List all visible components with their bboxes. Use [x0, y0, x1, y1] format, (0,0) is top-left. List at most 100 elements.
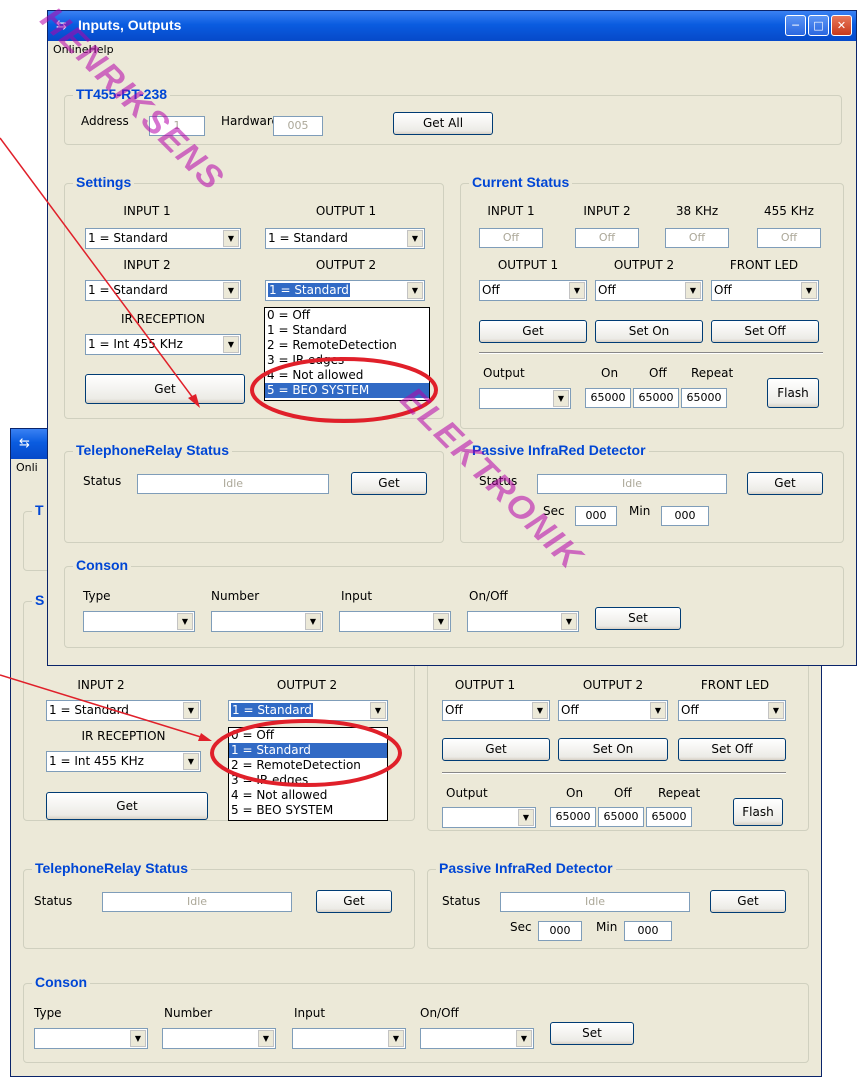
cs-flash-button[interactable]: Flash — [767, 378, 819, 408]
input2-select[interactable]: 1 = Standard ▼ — [85, 280, 241, 301]
back-menu-onlinehelp[interactable]: Onli — [16, 461, 38, 474]
list-item[interactable]: 0 = Off — [229, 728, 387, 743]
chevron-down-icon[interactable]: ▼ — [433, 613, 449, 630]
ir-reception-select[interactable]: 1 = Int 455 KHz ▼ — [85, 334, 241, 355]
back-cs-front-led-select[interactable]: Off ▼ — [678, 700, 786, 721]
chevron-down-icon[interactable]: ▼ — [305, 613, 321, 630]
minimize-button[interactable]: ─ — [785, 15, 806, 36]
chevron-down-icon[interactable]: ▼ — [516, 1030, 532, 1047]
chevron-down-icon[interactable]: ▼ — [130, 1030, 146, 1047]
back-pir-get-button[interactable]: Get — [710, 890, 786, 913]
output2-select[interactable]: 1 = Standard ▼ — [265, 280, 425, 301]
list-item[interactable]: 1 = Standard — [229, 743, 387, 758]
back-cs-repeat-field[interactable]: 65000 — [646, 807, 692, 827]
chevron-down-icon[interactable]: ▼ — [407, 282, 423, 299]
chevron-down-icon[interactable]: ▼ — [388, 1030, 404, 1047]
cs-off-field[interactable]: 65000 — [633, 388, 679, 408]
chevron-down-icon[interactable]: ▼ — [177, 613, 193, 630]
back-cs-on-field[interactable]: 65000 — [550, 807, 596, 827]
list-item[interactable]: 2 = RemoteDetection — [229, 758, 387, 773]
close-button[interactable]: ✕ — [831, 15, 852, 36]
chevron-down-icon[interactable]: ▼ — [183, 702, 199, 719]
maximize-button[interactable]: □ — [808, 15, 829, 36]
back-conson-set-button[interactable]: Set — [550, 1022, 634, 1045]
conson-input-select[interactable]: ▼ — [339, 611, 451, 632]
device-group-title: TT455-RT-238 — [73, 86, 171, 102]
chevron-down-icon[interactable]: ▼ — [561, 613, 577, 630]
back-output2-select[interactable]: 1 = Standard ▼ — [228, 700, 388, 721]
cs-output-select[interactable]: ▼ — [479, 388, 571, 409]
list-item[interactable]: 3 = IR edges — [265, 353, 429, 368]
input1-select[interactable]: 1 = Standard ▼ — [85, 228, 241, 249]
pir-min-field[interactable]: 000 — [661, 506, 709, 526]
telephone-get-button[interactable]: Get — [351, 472, 427, 495]
list-item[interactable]: 2 = RemoteDetection — [265, 338, 429, 353]
back-pir-sec-field[interactable]: 000 — [538, 921, 582, 941]
back-settings-get-button[interactable]: Get — [46, 792, 208, 820]
back-conson-onoff-select[interactable]: ▼ — [420, 1028, 534, 1049]
cs-get-button[interactable]: Get — [479, 320, 587, 343]
back-cs-output1-select[interactable]: Off ▼ — [442, 700, 550, 721]
cs-front-led-select[interactable]: Off ▼ — [711, 280, 819, 301]
back-conson-input-select[interactable]: ▼ — [292, 1028, 406, 1049]
list-item[interactable]: 4 = Not allowed — [229, 788, 387, 803]
settings-get-button[interactable]: Get — [85, 374, 245, 404]
cs-set-off-button[interactable]: Set Off — [711, 320, 819, 343]
conson-set-button[interactable]: Set — [595, 607, 681, 630]
menu-onlinehelp[interactable]: OnlineHelp — [53, 43, 114, 56]
output1-select[interactable]: 1 = Standard ▼ — [265, 228, 425, 249]
back-telephone-get-button[interactable]: Get — [316, 890, 392, 913]
back-input2-select[interactable]: 1 = Standard ▼ — [46, 700, 201, 721]
chevron-down-icon[interactable]: ▼ — [183, 753, 199, 770]
pir-status-label: Status — [479, 474, 518, 488]
cs-set-on-button[interactable]: Set On — [595, 320, 703, 343]
chevron-down-icon[interactable]: ▼ — [532, 702, 548, 719]
conson-number-select[interactable]: ▼ — [211, 611, 323, 632]
chevron-down-icon[interactable]: ▼ — [553, 390, 569, 407]
pir-get-button[interactable]: Get — [747, 472, 823, 495]
chevron-down-icon[interactable]: ▼ — [650, 702, 666, 719]
cs-repeat-field[interactable]: 65000 — [681, 388, 727, 408]
address-label: Address — [81, 114, 129, 128]
list-item[interactable]: 3 = IR edges — [229, 773, 387, 788]
chevron-down-icon[interactable]: ▼ — [685, 282, 701, 299]
back-pir-min-field[interactable]: 000 — [624, 921, 672, 941]
list-item[interactable]: 4 = Not allowed — [265, 368, 429, 383]
chevron-down-icon[interactable]: ▼ — [258, 1030, 274, 1047]
back-cs-flash-button[interactable]: Flash — [733, 798, 783, 826]
chevron-down-icon[interactable]: ▼ — [223, 336, 239, 353]
chevron-down-icon[interactable]: ▼ — [223, 282, 239, 299]
back-pir-title: Passive InfraRed Detector — [436, 860, 616, 876]
back-ir-reception-select[interactable]: 1 = Int 455 KHz ▼ — [46, 751, 201, 772]
chevron-down-icon[interactable]: ▼ — [407, 230, 423, 247]
list-item[interactable]: 5 = BEO SYSTEM — [265, 383, 429, 398]
chevron-down-icon[interactable]: ▼ — [518, 809, 534, 826]
back-cs-get-button[interactable]: Get — [442, 738, 550, 761]
back-cs-output-select[interactable]: ▼ — [442, 807, 536, 828]
chevron-down-icon[interactable]: ▼ — [370, 702, 386, 719]
chevron-down-icon[interactable]: ▼ — [223, 230, 239, 247]
back-cs-output2-select[interactable]: Off ▼ — [558, 700, 668, 721]
pir-sec-field[interactable]: 000 — [575, 506, 617, 526]
cs-output1-select[interactable]: Off ▼ — [479, 280, 587, 301]
back-output2-dropdown-list[interactable]: 0 = Off 1 = Standard 2 = RemoteDetection… — [228, 727, 388, 821]
back-cs-set-on-button[interactable]: Set On — [558, 738, 668, 761]
back-conson-type-select[interactable]: ▼ — [34, 1028, 148, 1049]
chevron-down-icon[interactable]: ▼ — [768, 702, 784, 719]
conson-number-label: Number — [211, 589, 260, 603]
back-conson-number-select[interactable]: ▼ — [162, 1028, 276, 1049]
cs-on-field[interactable]: 65000 — [585, 388, 631, 408]
back-cs-off-field[interactable]: 65000 — [598, 807, 644, 827]
chevron-down-icon[interactable]: ▼ — [801, 282, 817, 299]
list-item[interactable]: 1 = Standard — [265, 323, 429, 338]
conson-type-select[interactable]: ▼ — [83, 611, 195, 632]
cs-output2-select[interactable]: Off ▼ — [595, 280, 703, 301]
output2-dropdown-list[interactable]: 0 = Off 1 = Standard 2 = RemoteDetection… — [264, 307, 430, 401]
get-all-button[interactable]: Get All — [393, 112, 493, 135]
list-item[interactable]: 5 = BEO SYSTEM — [229, 803, 387, 818]
back-cs-set-off-button[interactable]: Set Off — [678, 738, 786, 761]
chevron-down-icon[interactable]: ▼ — [569, 282, 585, 299]
conson-onoff-select[interactable]: ▼ — [467, 611, 579, 632]
back-telephone-title: TelephoneRelay Status — [32, 860, 192, 876]
list-item[interactable]: 0 = Off — [265, 308, 429, 323]
